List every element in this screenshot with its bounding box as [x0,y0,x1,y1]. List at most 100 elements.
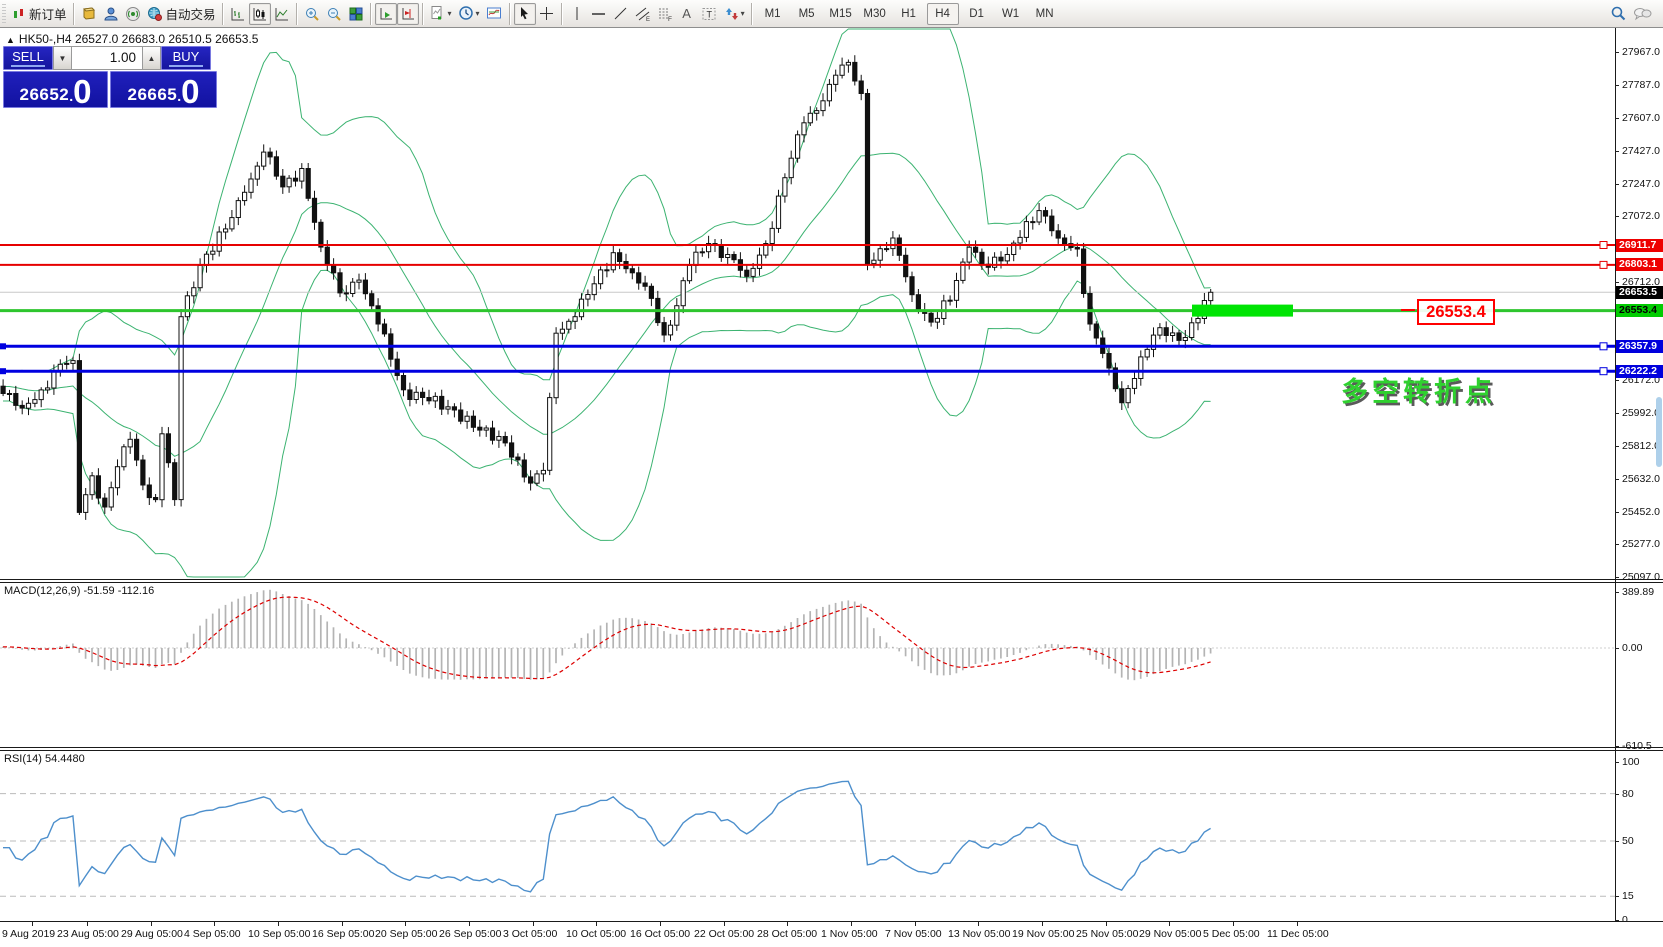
horizontal-line-tool-button[interactable] [588,3,610,25]
indicators-dropdown-arrow[interactable]: ▾ [448,9,452,18]
volume-increase-button[interactable]: ▲ [142,46,161,70]
candle [554,333,558,398]
new-order-button[interactable]: 新订单 [9,3,70,25]
price-tag-26911.7: 26911.7 [1616,239,1663,252]
candle [681,281,685,306]
sell-price-main: 26652 [19,83,69,107]
templates-button[interactable] [483,3,506,25]
periods-dropdown-arrow[interactable]: ▾ [476,9,480,18]
channel-icon: E [635,6,651,22]
buy-button-label: BUY [173,49,200,64]
buy-price-display[interactable]: 26665.0 [110,71,217,108]
channel-tool-button[interactable]: E [632,3,654,25]
time-label: 20 Sep 05:00 [375,928,437,940]
zoom-out-button[interactable] [323,3,345,25]
candle [567,321,571,329]
periods-button[interactable]: ▾ [455,3,483,25]
timeframe-button-MN[interactable]: MN [1029,3,1061,25]
vertical-line-tool-button[interactable] [566,3,588,25]
arrows-tool-button[interactable]: ▾ [721,3,748,25]
text-tool-icon: A [682,6,691,21]
candle [46,388,50,390]
time-label: 11 Dec 05:00 [1267,928,1329,940]
toolbar-separator [370,3,372,25]
auto-scroll-button[interactable] [375,3,397,25]
candle [573,317,577,322]
candlestick-mode-button[interactable] [249,3,271,25]
market-watch-button[interactable] [78,3,100,25]
line-handle[interactable] [0,368,6,374]
auto-trading-button[interactable]: 自动交易 [144,3,219,25]
timeframe-button-M5[interactable]: M5 [791,3,823,25]
accounts-button[interactable] [100,3,122,25]
timeframe-button-W1[interactable]: W1 [995,3,1027,25]
timeframe-button-H4[interactable]: H4 [927,3,959,25]
news-button[interactable] [122,3,144,25]
timeframe-button-M1[interactable]: M1 [757,3,789,25]
line-chart-mode-button[interactable] [271,3,293,25]
trendline-icon [613,6,628,21]
main-price-chart[interactable] [0,28,1615,579]
crosshair-tool-button[interactable] [536,3,558,25]
bar-chart-mode-button[interactable] [227,3,249,25]
axis-tick [1615,413,1619,414]
trendline-tool-button[interactable] [610,3,632,25]
candle [1158,328,1162,335]
line-handle[interactable] [0,343,6,349]
macd-panel[interactable] [0,583,1615,747]
toolbar-separator [73,3,75,25]
search-button[interactable] [1607,3,1630,25]
candle [529,477,533,483]
axis-tick-label: 15 [1622,890,1634,902]
chart-shift-button[interactable] [397,3,419,25]
candle [408,390,412,400]
price-tag-26553.4: 26553.4 [1616,304,1663,317]
candle [935,318,939,322]
cursor-tool-button[interactable] [514,3,536,25]
svg-text:F: F [668,16,672,22]
arrows-dropdown-arrow[interactable]: ▾ [741,9,745,18]
tile-windows-button[interactable] [345,3,367,25]
line-handle[interactable] [1600,343,1607,350]
toolbar-separator [296,3,298,25]
bollinger-middle-band[interactable] [3,153,1211,456]
line-handle[interactable] [1600,242,1607,249]
sell-price-pip: 0 [73,77,91,107]
fibonacci-tool-button[interactable]: F [654,3,676,25]
zoom-in-button[interactable] [301,3,323,25]
annotation-text-cn[interactable]: 多空转折点 [1341,370,1496,409]
sell-button[interactable]: SELL [3,46,53,70]
volume-decrease-button[interactable]: ▼ [53,46,72,70]
sell-price-display[interactable]: 26652.0 [3,71,108,108]
indicators-button[interactable]: ▾ [427,3,455,25]
line-handle[interactable] [1600,368,1607,375]
timeframe-button-H1[interactable]: H1 [893,3,925,25]
time-label: 23 Aug 05:00 [57,928,119,940]
toolbar-separator [561,3,563,25]
volume-input[interactable]: 1.00 [72,46,142,70]
community-button[interactable] [1630,3,1655,25]
line-handle[interactable] [1600,261,1607,268]
candle [700,252,704,253]
timeframe-button-M15[interactable]: M15 [825,3,857,25]
toolbar-grip[interactable] [2,4,6,24]
candle [1050,216,1054,231]
vertical-scrollbar-thumb[interactable] [1656,397,1662,467]
highlight-zone-bar[interactable] [1192,305,1293,317]
bollinger-lower-band[interactable] [3,270,1211,577]
rsi-panel[interactable] [0,751,1615,921]
axis-tick [1615,648,1619,649]
symbol-triangle-icon: ▲ [6,35,15,45]
candle [376,306,380,324]
timeframe-button-D1[interactable]: D1 [961,3,993,25]
candle [910,277,914,295]
buy-button[interactable]: BUY [161,46,211,70]
timeframe-button-M30[interactable]: M30 [859,3,891,25]
price-callout-box[interactable]: 26553.4 [1417,299,1495,325]
candle [135,439,139,460]
axis-tick [1615,512,1619,513]
label-tool-button[interactable]: T [698,3,721,25]
text-tool-button[interactable]: A [676,3,698,25]
axis-tick [1615,896,1619,897]
candle [293,178,297,181]
